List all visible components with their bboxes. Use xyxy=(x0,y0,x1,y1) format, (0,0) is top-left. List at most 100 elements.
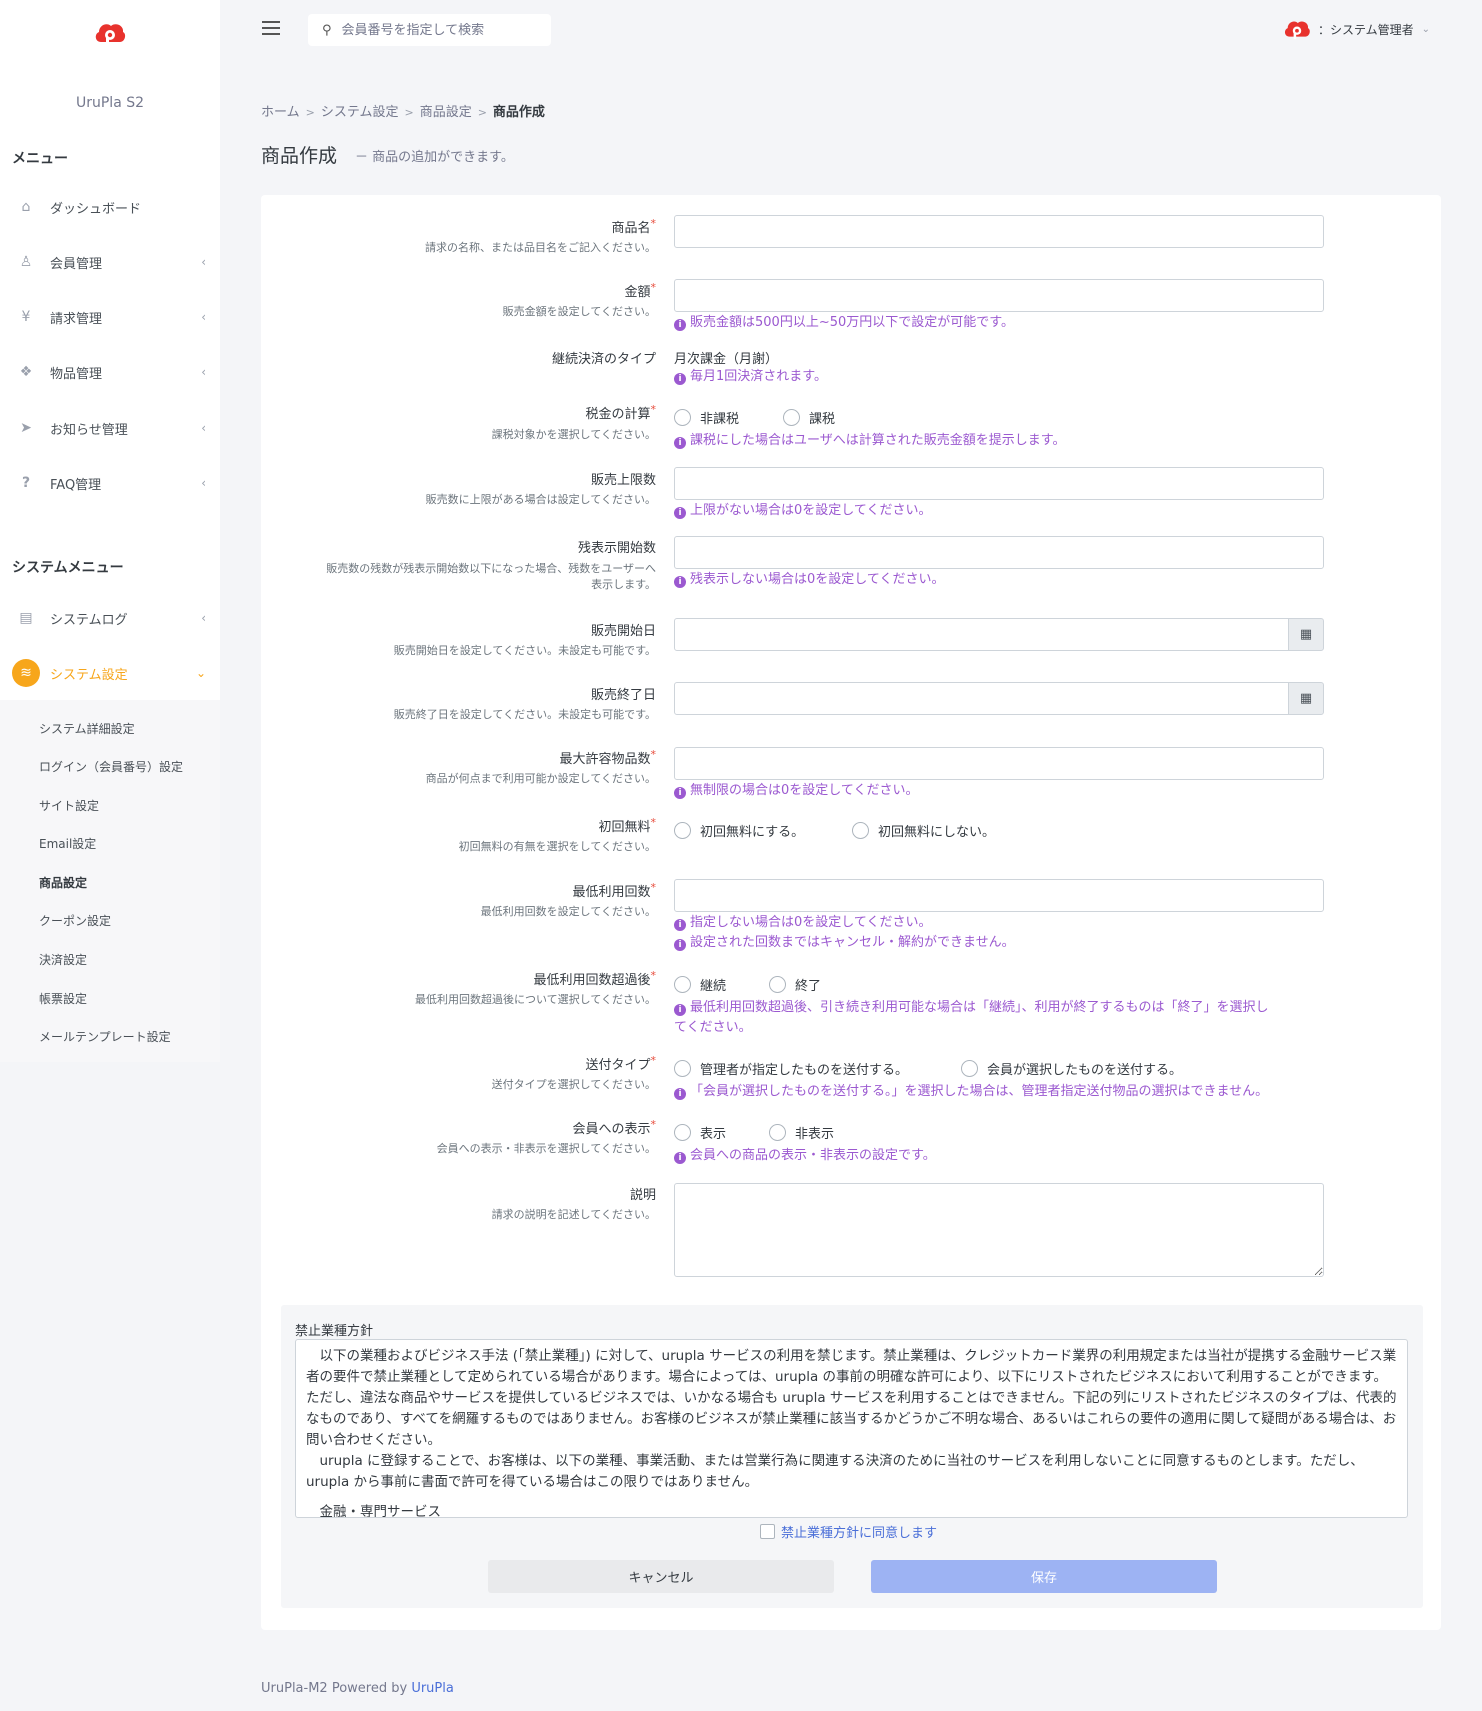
sidebar-item-label: ダッシュボード xyxy=(50,201,142,217)
sidebar-item-faq[interactable]: ? FAQ管理 ‹ xyxy=(0,461,220,505)
end-date-label: 販売終了日 xyxy=(590,688,656,703)
chevron-left-icon: ‹ xyxy=(201,476,206,490)
submenu-login[interactable]: ログイン（会員番号）設定 xyxy=(39,758,183,775)
max-items-input[interactable] xyxy=(674,747,1324,780)
shipping-member-radio[interactable]: 会員が選択したものを送付する。 xyxy=(961,1059,1182,1078)
price-hint: i 販売金額は500円以上~50万円以下で設定が可能です。 xyxy=(674,313,1014,333)
footer: UruPla-M2 Powered by UruPla xyxy=(261,1681,454,1696)
submenu-forms[interactable]: 帳票設定 xyxy=(39,990,87,1007)
breadcrumb-current: 商品作成 xyxy=(492,105,545,120)
sidebar-item-label: システムログ xyxy=(50,612,128,628)
user-menu[interactable]: ：システム管理者 ⌄ xyxy=(1282,16,1430,42)
shipping-admin-radio[interactable]: 管理者が指定したものを送付する。 xyxy=(674,1059,908,1078)
sidebar-item-system-settings[interactable]: ≋ システム設定 ⌄ xyxy=(0,651,220,695)
shipping-type-desc: 送付タイプを選択してください。 xyxy=(491,1078,656,1091)
min-uses-desc: 最低利用回数を設定してください。 xyxy=(480,905,656,918)
submenu-coupon[interactable]: クーポン設定 xyxy=(39,912,111,929)
sidebar-item-label: システム設定 xyxy=(50,667,128,683)
submenu-product[interactable]: 商品設定 xyxy=(39,874,87,891)
cubes-icon: ❖ xyxy=(19,364,33,380)
submenu-email[interactable]: Email設定 xyxy=(39,835,96,852)
sidebar-item-news[interactable]: ➤ お知らせ管理 ‹ xyxy=(0,406,220,450)
paper-plane-icon: ➤ xyxy=(20,420,32,436)
sidebar-item-billing[interactable]: ¥ 請求管理 ‹ xyxy=(0,295,220,339)
product-name-input[interactable] xyxy=(674,215,1324,248)
after-min-end-radio[interactable]: 終了 xyxy=(769,975,821,994)
hamburger-menu-icon[interactable] xyxy=(262,21,280,35)
sidebar-item-dashboard[interactable]: ⌂ ダッシュボード xyxy=(0,185,220,229)
visibility-show-radio[interactable]: 表示 xyxy=(674,1123,726,1142)
info-icon: i xyxy=(674,576,686,588)
chevron-down-icon: ⌄ xyxy=(1421,23,1431,35)
remaining-start-input[interactable] xyxy=(674,536,1324,569)
max-items-desc: 商品が何点まで利用可能か設定してください。 xyxy=(425,772,656,785)
info-icon: i xyxy=(674,919,686,931)
menu-heading: メニュー xyxy=(12,151,68,167)
start-date-input[interactable] xyxy=(674,618,1289,651)
sidebar-item-members[interactable]: ♙ 会員管理 ‹ xyxy=(0,240,220,284)
end-date-input[interactable] xyxy=(674,682,1289,715)
breadcrumb-system-settings[interactable]: システム設定 xyxy=(321,105,399,120)
visibility-hide-radio[interactable]: 非表示 xyxy=(769,1123,834,1142)
prohibited-business-policy: 禁止業種方針 以下の業種およびビジネス手法 (「禁止業種」) に対して、urup… xyxy=(281,1305,1423,1608)
price-label: 金額* xyxy=(624,281,656,300)
description-textarea[interactable] xyxy=(674,1183,1324,1277)
submenu-site[interactable]: サイト設定 xyxy=(39,797,99,814)
breadcrumb-separator: > xyxy=(477,106,487,119)
breadcrumb-home[interactable]: ホーム xyxy=(261,105,300,120)
page-title: 商品作成 xyxy=(261,145,338,167)
policy-textarea[interactable]: 以下の業種およびビジネス手法 (「禁止業種」) に対して、urupla サービス… xyxy=(295,1339,1408,1518)
min-uses-hint: i 指定しない場合は0を設定してください。 i 設定された回数まではキャンセル・解約が… xyxy=(674,913,1015,953)
submenu-system-detail[interactable]: システム詳細設定 xyxy=(39,720,135,737)
min-uses-label: 最低利用回数* xyxy=(572,881,656,900)
remaining-start-hint: i 残表示しない場合は0を設定してください。 xyxy=(674,570,945,590)
tax-label: 税金の計算* xyxy=(585,403,656,422)
taxable-radio[interactable]: 課税 xyxy=(783,408,835,427)
description-desc: 請求の説明を記述してください。 xyxy=(491,1208,656,1221)
sales-limit-input[interactable] xyxy=(674,467,1324,500)
policy-title: 禁止業種方針 xyxy=(295,1324,374,1339)
user-icon: ♙ xyxy=(19,254,33,270)
user-avatar-logo xyxy=(1284,21,1310,40)
info-icon: i xyxy=(674,319,686,331)
cancel-button[interactable]: キャンセル xyxy=(488,1560,834,1593)
first-free-no-radio[interactable]: 初回無料にしない。 xyxy=(852,821,995,840)
system-menu-heading: システムメニュー xyxy=(12,560,124,576)
agree-checkbox[interactable]: 禁止業種方針に同意します xyxy=(760,1522,937,1541)
calendar-icon[interactable]: ▦ xyxy=(1288,682,1324,715)
info-icon: i xyxy=(674,939,686,951)
info-icon: i xyxy=(674,1088,686,1100)
sidebar-item-goods[interactable]: ❖ 物品管理 ‹ xyxy=(0,350,220,394)
sidebar-item-label: 会員管理 xyxy=(50,256,103,272)
checkbox-box[interactable] xyxy=(760,1524,775,1539)
price-input[interactable] xyxy=(674,279,1324,312)
info-icon: i xyxy=(674,437,686,449)
remaining-start-label: 残表示開始数 xyxy=(577,541,656,556)
after-min-desc: 最低利用回数超過後について選択してください。 xyxy=(414,993,656,1006)
submenu-payment[interactable]: 決済設定 xyxy=(39,951,87,968)
search-input[interactable] xyxy=(341,22,532,38)
submenu-mail-template[interactable]: メールテンプレート設定 xyxy=(39,1028,171,1045)
price-desc: 販売金額を設定してください。 xyxy=(502,305,656,318)
brand-name: UruPla S2 xyxy=(75,95,145,111)
document-icon: ▤ xyxy=(19,610,33,626)
first-free-yes-radio[interactable]: 初回無料にする。 xyxy=(674,821,804,840)
breadcrumb-product-settings[interactable]: 商品設定 xyxy=(420,105,472,120)
first-free-desc: 初回無料の有無を選択をしてください。 xyxy=(458,840,656,853)
start-date-label: 販売開始日 xyxy=(590,624,656,639)
footer-link[interactable]: UruPla xyxy=(411,1681,454,1696)
after-min-continue-radio[interactable]: 継続 xyxy=(674,975,726,994)
billing-type-hint: i 毎月1回決済されます。 xyxy=(674,367,827,387)
save-button[interactable]: 保存 xyxy=(871,1560,1217,1593)
remaining-start-desc: 販売数の残数が残表示開始数以下になった場合、残数をユーザーへ 表示します。 xyxy=(326,562,656,591)
urupla-logo[interactable] xyxy=(93,20,127,46)
calendar-icon[interactable]: ▦ xyxy=(1288,618,1324,651)
home-icon: ⌂ xyxy=(21,199,31,215)
system-settings-submenu: システム詳細設定 ログイン（会員番号）設定 サイト設定 Email設定 商品設定… xyxy=(0,700,220,1062)
min-uses-input[interactable] xyxy=(674,879,1324,912)
sidebar-item-system-log[interactable]: ▤ システムログ ‹ xyxy=(0,596,220,640)
tax-exempt-radio[interactable]: 非課税 xyxy=(674,408,739,427)
description-label: 説明 xyxy=(629,1188,656,1203)
sidebar: UruPla S2 メニュー ⌂ ダッシュボード ♙ 会員管理 ‹ ¥ 請求管理… xyxy=(0,0,220,1062)
policy-paragraph: urupla に登録することで、お客様は、以下の業種、事業活動、または営業行為に… xyxy=(306,1453,1364,1490)
